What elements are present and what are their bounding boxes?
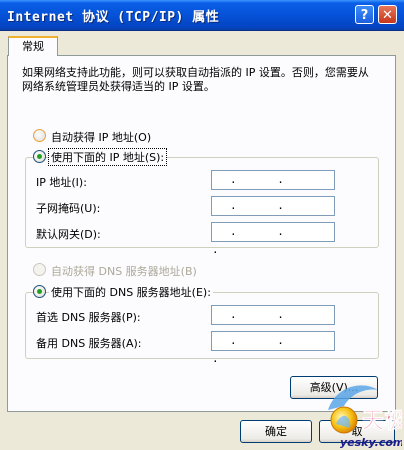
watermark-url: yesky.com [340, 436, 402, 449]
auto-ip-radio[interactable] [33, 129, 46, 142]
watermark-brand: 天极 [362, 409, 402, 434]
tab-general[interactable]: 常规 [8, 36, 58, 56]
auto-dns-label[interactable]: 自动获得 DNS 服务器地址(B) [51, 263, 197, 279]
ip-address-label: IP 地址(I): [36, 176, 87, 189]
close-button[interactable]: ✕ [378, 5, 397, 24]
close-icon: ✕ [382, 8, 393, 23]
ip-address-input[interactable]: . . . [211, 170, 335, 204]
manual-dns-radio[interactable] [33, 285, 46, 298]
yesky-watermark-logo: 天极 yesky.com [328, 385, 402, 449]
ok-button[interactable]: 确定 [240, 420, 312, 443]
help-icon: ? [360, 8, 369, 23]
subnet-mask-label: 子网掩码(U): [36, 202, 101, 215]
title-bar[interactable]: Internet 协议 (TCP/IP) 属性 ? ✕ [0, 0, 404, 31]
auto-ip-label[interactable]: 自动获得 IP 地址(O) [51, 129, 151, 145]
description-text: 如果网络支持此功能，则可以获取自动指派的 IP 设置。否则，您需要从网络系统管理… [22, 66, 369, 93]
manual-dns-label[interactable]: 使用下面的 DNS 服务器地址(E): [49, 284, 213, 300]
default-gateway-label: 默认网关(D): [36, 228, 101, 241]
preferred-dns-input[interactable]: . . . [211, 305, 335, 339]
manual-ip-label[interactable]: 使用下面的 IP 地址(S): [47, 148, 168, 166]
auto-dns-radio[interactable] [33, 263, 46, 276]
manual-ip-radio[interactable] [33, 150, 46, 163]
window-title: Internet 协议 (TCP/IP) 属性 [7, 10, 220, 25]
help-button[interactable]: ? [355, 5, 374, 24]
alternate-dns-input[interactable]: . . . [211, 331, 335, 365]
alternate-dns-label: 备用 DNS 服务器(A): [36, 337, 142, 350]
preferred-dns-label: 首选 DNS 服务器(P): [36, 311, 141, 324]
default-gateway-input[interactable]: . . . [211, 222, 335, 256]
subnet-mask-input[interactable]: . . . [211, 196, 335, 230]
